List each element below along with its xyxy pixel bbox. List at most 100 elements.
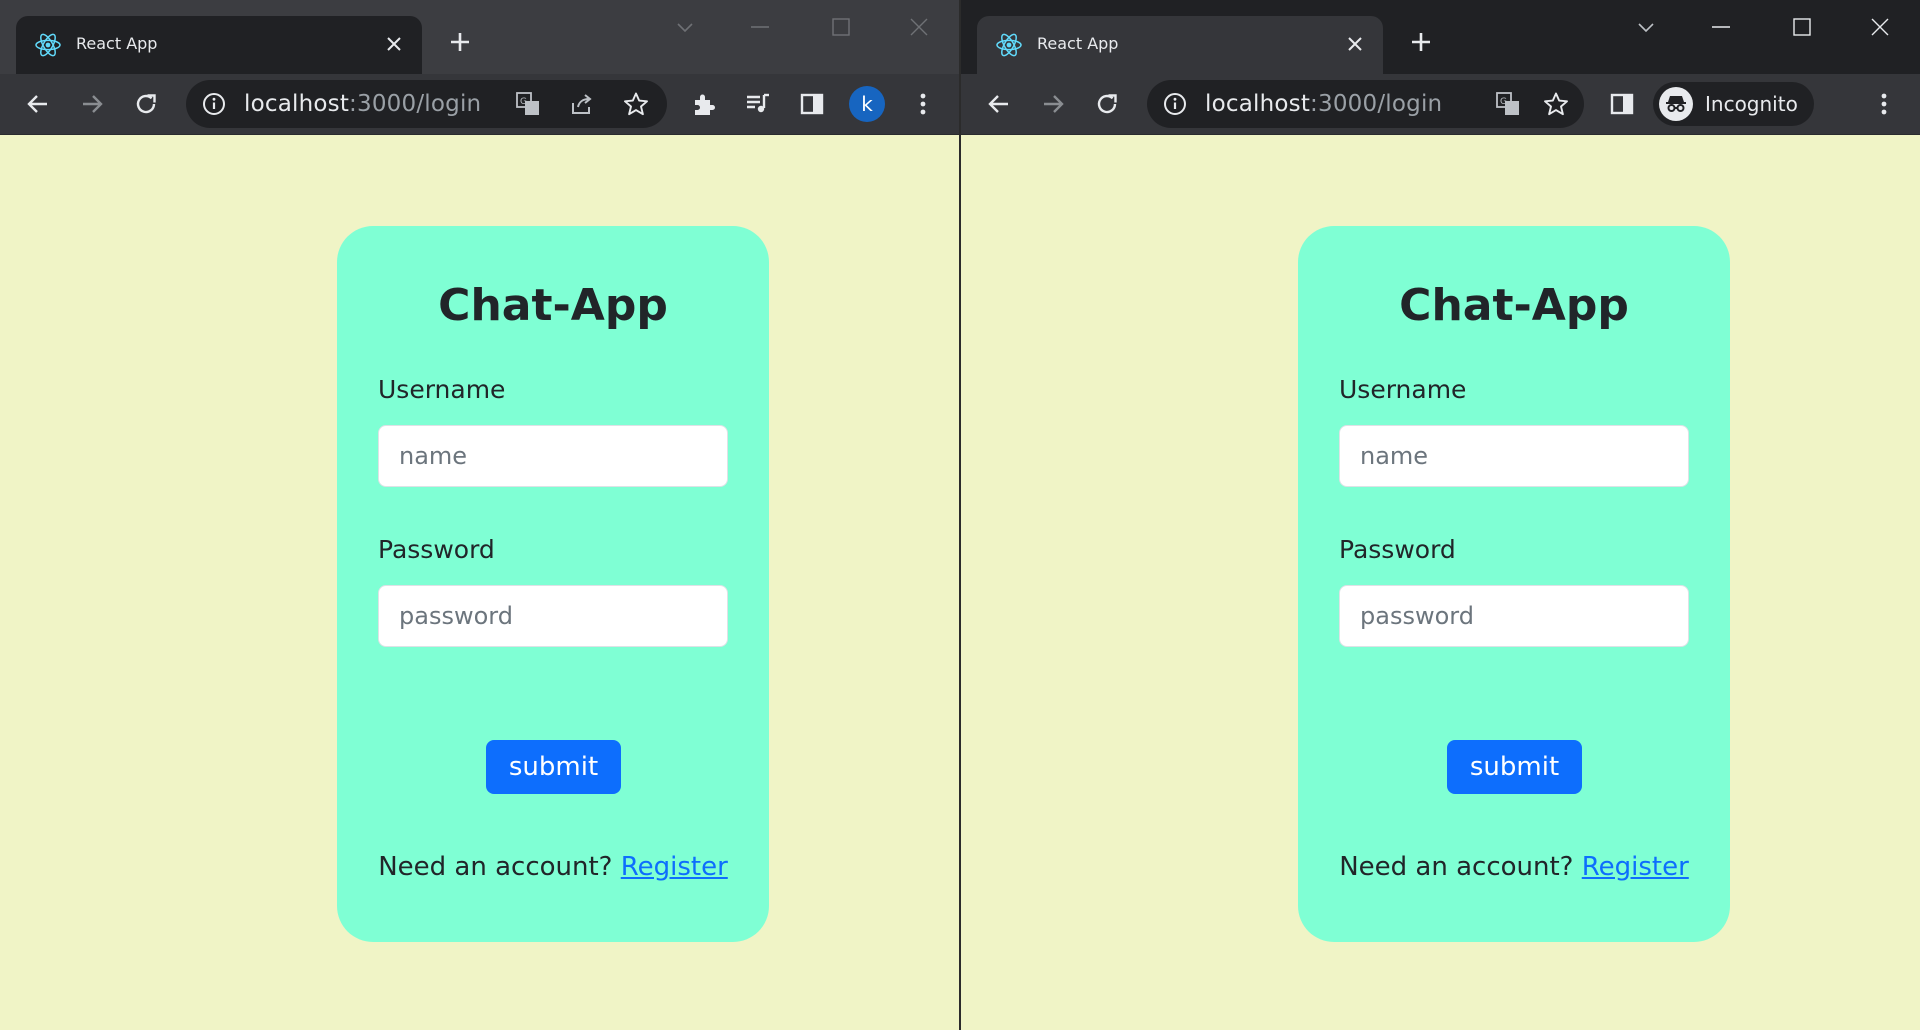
register-prompt: Need an account? Register	[337, 852, 769, 882]
minimize-button[interactable]	[740, 10, 780, 44]
reload-icon	[1097, 94, 1117, 114]
submit-button[interactable]: submit	[1447, 740, 1582, 794]
tab-title: React App	[1037, 34, 1119, 53]
star-icon	[1544, 92, 1568, 116]
arrow-right-icon	[83, 95, 103, 113]
title-bar: React App	[0, 0, 959, 74]
translate-button[interactable]: G	[1490, 86, 1526, 122]
register-link[interactable]: Register	[621, 852, 728, 882]
reload-icon	[136, 94, 156, 114]
browser-tab[interactable]: React App	[977, 16, 1383, 74]
incognito-indicator[interactable]: Incognito	[1653, 82, 1814, 126]
kebab-menu-icon	[1881, 93, 1887, 115]
side-panel-button[interactable]	[792, 84, 832, 124]
tab-title: React App	[76, 34, 158, 53]
close-window-button[interactable]	[1860, 10, 1900, 44]
bookmark-button[interactable]	[618, 86, 654, 122]
address-bar[interactable]: localhost:3000/login G	[186, 80, 667, 128]
react-logo-icon	[996, 33, 1022, 57]
puzzle-icon	[695, 94, 715, 115]
address-bar[interactable]: localhost:3000/login G	[1147, 80, 1584, 128]
browser-toolbar: localhost:3000/login G k	[0, 74, 959, 135]
chevron-down-icon	[1638, 23, 1654, 33]
browser-window-right: React App localhost:3000/login G Incogni…	[961, 0, 1920, 1030]
incognito-icon	[1659, 87, 1693, 121]
arrow-left-icon	[27, 95, 47, 113]
close-icon	[387, 37, 401, 51]
forward-button[interactable]	[1033, 84, 1073, 124]
arrow-left-icon	[988, 95, 1008, 113]
login-card: Chat-App Username Password submit Need a…	[1298, 226, 1730, 942]
password-input[interactable]	[378, 585, 728, 647]
submit-button[interactable]: submit	[486, 740, 621, 794]
close-icon	[910, 18, 928, 36]
minimize-button[interactable]	[1701, 10, 1741, 44]
new-tab-button[interactable]	[1403, 24, 1439, 60]
translate-icon: G	[516, 92, 539, 115]
new-tab-button[interactable]	[442, 24, 478, 60]
playlist-icon	[747, 93, 769, 113]
register-prompt-text: Need an account?	[1339, 852, 1582, 882]
star-icon	[624, 92, 648, 116]
password-label: Password	[1339, 535, 1456, 564]
reload-button[interactable]	[1087, 84, 1127, 124]
kebab-menu-icon	[920, 93, 926, 115]
extensions-button[interactable]	[684, 84, 724, 124]
forward-button[interactable]	[72, 84, 112, 124]
plus-icon	[1412, 33, 1430, 51]
username-label: Username	[1339, 375, 1467, 404]
share-button[interactable]	[564, 86, 600, 122]
close-window-button[interactable]	[899, 10, 939, 44]
username-label: Username	[378, 375, 506, 404]
bookmark-button[interactable]	[1538, 86, 1574, 122]
password-label: Password	[378, 535, 495, 564]
maximize-button[interactable]	[1782, 10, 1822, 44]
register-prompt: Need an account? Register	[1298, 852, 1730, 882]
side-panel-button[interactable]	[1602, 84, 1642, 124]
close-tab-button[interactable]	[380, 30, 408, 58]
url-path: :3000/login	[1310, 91, 1443, 117]
app-title: Chat-App	[438, 280, 668, 331]
info-icon	[203, 93, 225, 115]
close-tab-button[interactable]	[1341, 30, 1369, 58]
url-path: :3000/login	[349, 91, 482, 117]
maximize-icon	[832, 18, 850, 36]
username-input[interactable]	[1339, 425, 1689, 487]
info-icon	[1164, 93, 1186, 115]
back-button[interactable]	[979, 84, 1019, 124]
maximize-icon	[1793, 18, 1811, 36]
profile-avatar[interactable]: k	[849, 86, 885, 122]
chevron-down-icon	[677, 23, 693, 33]
app-title: Chat-App	[1399, 280, 1629, 331]
share-icon	[572, 94, 592, 114]
svg-text:G: G	[1500, 97, 1507, 107]
login-card: Chat-App Username Password submit Need a…	[337, 226, 769, 942]
arrow-right-icon	[1044, 95, 1064, 113]
side-panel-icon	[800, 93, 824, 115]
tab-search-button[interactable]	[1626, 10, 1666, 44]
url-text: localhost:3000/login	[244, 91, 481, 117]
password-input[interactable]	[1339, 585, 1689, 647]
browser-tab[interactable]: React App	[16, 16, 422, 74]
tab-search-button[interactable]	[665, 10, 705, 44]
menu-button[interactable]	[903, 84, 943, 124]
media-controls-button[interactable]	[738, 84, 778, 124]
back-button[interactable]	[18, 84, 58, 124]
register-link[interactable]: Register	[1582, 852, 1689, 882]
minimize-icon	[1712, 26, 1730, 28]
translate-button[interactable]: G	[510, 86, 546, 122]
username-input[interactable]	[378, 425, 728, 487]
plus-icon	[451, 33, 469, 51]
url-text: localhost:3000/login	[1205, 91, 1442, 117]
reload-button[interactable]	[126, 84, 166, 124]
menu-button[interactable]	[1864, 84, 1904, 124]
react-logo-icon	[35, 33, 61, 57]
incognito-label: Incognito	[1705, 92, 1798, 116]
close-icon	[1871, 18, 1889, 36]
browser-toolbar: localhost:3000/login G Incognito	[961, 74, 1920, 135]
side-panel-icon	[1610, 93, 1634, 115]
close-icon	[1348, 37, 1362, 51]
translate-icon: G	[1496, 92, 1519, 115]
maximize-button[interactable]	[821, 10, 861, 44]
url-host: localhost	[1205, 91, 1311, 117]
